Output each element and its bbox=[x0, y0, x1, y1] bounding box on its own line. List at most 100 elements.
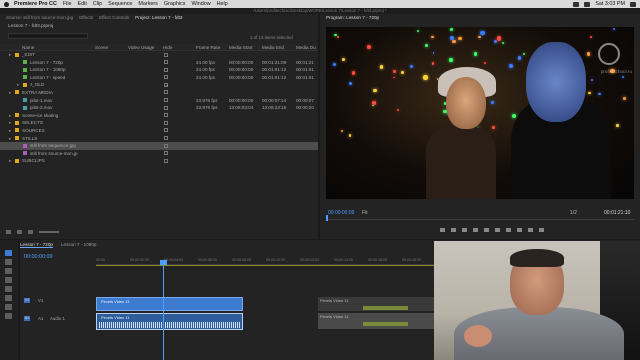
program-ruler[interactable] bbox=[326, 217, 634, 220]
tab-program[interactable]: Program: Lesson 7 - 720p bbox=[326, 15, 379, 20]
mark-in-icon[interactable] bbox=[440, 228, 445, 232]
project-item[interactable]: pilot-2.mov 23.976 fps 13:08:03:04 13:08:23… bbox=[0, 104, 318, 112]
clock[interactable]: Sat 3:03 PM bbox=[595, 1, 625, 7]
audio-clip[interactable]: Pexels Video 11 bbox=[96, 313, 243, 330]
project-item[interactable]: ▸ Scene-ice skating bbox=[0, 112, 318, 120]
step-forward-icon[interactable] bbox=[495, 228, 500, 232]
timeline-timecode[interactable]: 00:00:00:09 bbox=[24, 254, 52, 260]
track-v1-source[interactable]: V1 bbox=[24, 298, 30, 303]
menu-edit[interactable]: Edit bbox=[78, 1, 87, 7]
menu-markers[interactable]: Markers bbox=[138, 1, 157, 7]
video-clip[interactable]: Pexels Video 11 bbox=[96, 297, 243, 311]
hide-checkbox[interactable]: ✓ bbox=[164, 82, 168, 87]
menu-file[interactable]: File bbox=[63, 1, 72, 7]
disclosure-triangle-icon[interactable]: ▸ bbox=[9, 90, 11, 96]
export-frame-icon[interactable] bbox=[539, 228, 544, 232]
hide-checkbox[interactable] bbox=[164, 136, 168, 141]
audio-clip-2[interactable]: Pexels Video 11 bbox=[318, 313, 434, 329]
project-item[interactable]: ▸ SOURCES bbox=[0, 127, 318, 135]
list-view-icon[interactable] bbox=[17, 230, 22, 234]
hide-checkbox[interactable] bbox=[164, 151, 168, 156]
menu-window[interactable]: Window bbox=[191, 1, 210, 7]
hand-tool-icon[interactable] bbox=[5, 304, 12, 310]
mark-out-icon[interactable] bbox=[451, 228, 456, 232]
disclosure-triangle-icon[interactable]: ▸ bbox=[9, 158, 11, 164]
col-media-duration[interactable]: Media Du bbox=[296, 45, 316, 50]
col-scene[interactable]: Scene bbox=[95, 45, 108, 50]
disclosure-triangle-icon[interactable]: ▸ bbox=[9, 113, 11, 119]
project-item[interactable]: ▸ _EDIT bbox=[0, 51, 318, 59]
track-select-tool-icon[interactable] bbox=[5, 259, 12, 265]
project-item[interactable]: still from sequence.jpg bbox=[0, 142, 318, 150]
track-a1-source[interactable]: A1 bbox=[24, 316, 30, 321]
zoom-slider[interactable] bbox=[39, 231, 59, 233]
hide-checkbox[interactable] bbox=[164, 105, 168, 110]
video-clip-2[interactable]: Pexels Video 11 bbox=[318, 297, 434, 311]
menu-clip[interactable]: Clip bbox=[93, 1, 102, 7]
tab-sequence-1080p[interactable]: Lesson 7 - 1080p bbox=[61, 242, 97, 248]
track-v1-target[interactable]: V1 bbox=[38, 298, 43, 303]
hide-checkbox[interactable] bbox=[164, 120, 168, 125]
apple-icon[interactable] bbox=[4, 1, 9, 7]
col-media-end[interactable]: Media End bbox=[262, 45, 284, 50]
col-frame-rate[interactable]: Frame Rate bbox=[196, 45, 220, 50]
col-media-start[interactable]: Media Start bbox=[229, 45, 253, 50]
disclosure-triangle-icon[interactable]: ▸ bbox=[9, 128, 11, 134]
tab-sequence-720p[interactable]: Lesson 7 - 720p bbox=[20, 242, 53, 248]
battery-icon[interactable] bbox=[584, 1, 591, 7]
hide-checkbox[interactable] bbox=[164, 67, 168, 72]
program-timecode[interactable]: 00:00:00:09 bbox=[328, 210, 354, 216]
tab-effects[interactable]: Effects bbox=[79, 15, 93, 20]
disclosure-triangle-icon[interactable]: ▸ bbox=[17, 82, 19, 88]
tab-source[interactable]: Source: still from source-mon.jpg bbox=[6, 15, 73, 20]
extract-icon[interactable] bbox=[528, 228, 533, 232]
wifi-icon[interactable] bbox=[573, 1, 580, 7]
hide-checkbox[interactable] bbox=[164, 75, 168, 80]
col-name[interactable]: Name bbox=[22, 45, 34, 50]
hide-checkbox[interactable] bbox=[164, 98, 168, 103]
project-search-input[interactable] bbox=[8, 33, 88, 39]
search-icon[interactable] bbox=[630, 1, 636, 7]
col-hide[interactable]: Hide bbox=[163, 45, 172, 50]
disclosure-triangle-icon[interactable]: ▸ bbox=[9, 136, 11, 142]
project-item[interactable]: Lesson 7 - 1080p 24.00 fps 00:00:00:00 00:0… bbox=[0, 66, 318, 74]
program-video-frame[interactable]: profileschool.ru bbox=[326, 27, 634, 199]
zoom-select[interactable]: Fit bbox=[362, 210, 368, 216]
pen-tool-icon[interactable] bbox=[5, 295, 12, 301]
tab-effect-controls[interactable]: Effect Controls bbox=[99, 15, 129, 20]
project-item[interactable]: pilot-1.mov 23.976 fps 00:00:00:00 00:00:07… bbox=[0, 97, 318, 105]
hide-checkbox[interactable] bbox=[164, 143, 168, 148]
project-item[interactable]: ▸ EXTRA MEDIA bbox=[0, 89, 318, 97]
project-item[interactable]: Lesson 7 - 720p 24.00 fps 00:00:00:00 00:01… bbox=[0, 59, 318, 67]
razor-tool-icon[interactable] bbox=[5, 277, 12, 283]
timeline-playhead[interactable] bbox=[160, 260, 167, 265]
hide-checkbox[interactable] bbox=[164, 90, 168, 95]
disclosure-triangle-icon[interactable]: ▸ bbox=[9, 52, 11, 58]
project-item[interactable]: ▸ SUBCLIPS bbox=[0, 157, 318, 165]
disclosure-triangle-icon[interactable]: ▸ bbox=[9, 120, 11, 126]
timeline-playhead-line[interactable] bbox=[163, 260, 164, 360]
menu-sequence[interactable]: Sequence bbox=[108, 1, 132, 7]
project-item[interactable]: still from source-mon.jp bbox=[0, 150, 318, 158]
hide-checkbox[interactable] bbox=[164, 52, 168, 57]
track-a1-target[interactable]: A1 bbox=[38, 316, 43, 321]
tab-project[interactable]: Project: Lesson 7 - fdt3 bbox=[135, 15, 182, 20]
type-tool-icon[interactable] bbox=[5, 313, 12, 319]
icon-view-icon[interactable] bbox=[28, 230, 33, 234]
step-back-icon[interactable] bbox=[473, 228, 478, 232]
hide-checkbox[interactable] bbox=[164, 113, 168, 118]
hide-checkbox[interactable] bbox=[164, 128, 168, 133]
go-to-out-icon[interactable] bbox=[506, 228, 511, 232]
project-item[interactable]: ▸ z_OLD ✓ bbox=[0, 81, 318, 89]
app-menu[interactable]: Premiere Pro CC bbox=[14, 1, 57, 7]
hide-checkbox[interactable] bbox=[164, 158, 168, 163]
menu-help[interactable]: Help bbox=[217, 1, 228, 7]
program-playhead[interactable] bbox=[326, 215, 328, 221]
project-item[interactable]: ▸ SELECTS bbox=[0, 119, 318, 127]
hide-checkbox[interactable] bbox=[164, 60, 168, 65]
slip-tool-icon[interactable] bbox=[5, 286, 12, 292]
col-video-usage[interactable]: Video Usage bbox=[128, 45, 154, 50]
project-item[interactable]: ▸ STILLS bbox=[0, 135, 318, 143]
ripple-edit-tool-icon[interactable] bbox=[5, 268, 12, 274]
resolution-select[interactable]: 1/2 bbox=[570, 210, 577, 216]
